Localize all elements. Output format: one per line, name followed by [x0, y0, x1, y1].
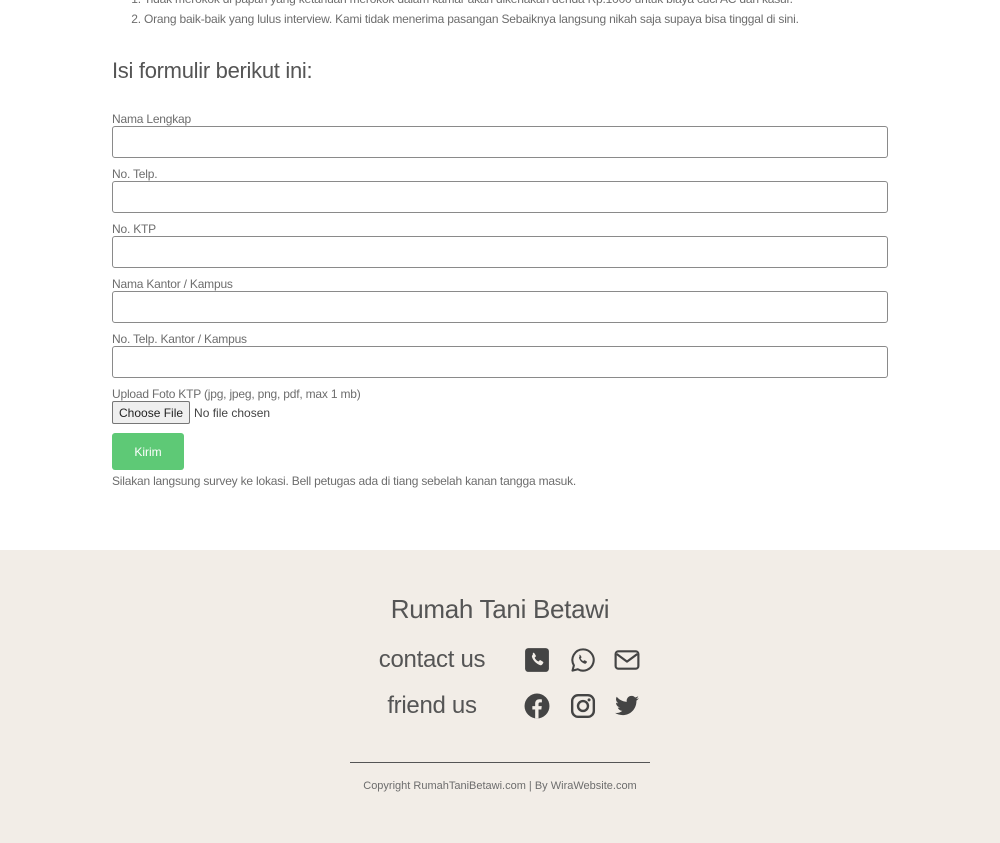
instagram-icon[interactable] [570, 693, 596, 719]
rules-list-item: Tidak merokok di papan yang ketahuan mer… [144, 0, 799, 9]
field-telp-kantor: No. Telp. Kantor / Kampus [112, 332, 888, 378]
friend-label: friend us [387, 692, 477, 719]
file-upload: Choose File No file chosen [112, 401, 888, 424]
no-telp-input[interactable] [112, 181, 888, 213]
twitter-icon[interactable] [614, 693, 640, 719]
footer: Rumah Tani Betawi contact us friend us C… [0, 550, 1000, 843]
file-status: No file chosen [194, 405, 271, 420]
facebook-icon[interactable] [524, 693, 550, 719]
registration-form: Nama Lengkap No. Telp. No. KTP Nama Kant… [112, 112, 888, 470]
contact-label: contact us [378, 646, 486, 673]
footer-divider [350, 762, 650, 763]
choose-file-button[interactable]: Choose File [112, 401, 191, 424]
field-label: No. Telp. [112, 167, 158, 181]
form-heading: Isi formulir berikut ini: [112, 58, 313, 83]
nama-lengkap-input[interactable] [112, 126, 888, 158]
field-nama-lengkap: Nama Lengkap [112, 112, 888, 158]
field-label: No. Telp. Kantor / Kampus [112, 332, 247, 346]
whatsapp-icon[interactable] [570, 647, 596, 673]
field-label: Nama Lengkap [112, 112, 191, 126]
field-no-ktp: No. KTP [112, 222, 888, 268]
no-ktp-input[interactable] [112, 236, 888, 268]
footer-title: Rumah Tani Betawi [390, 594, 610, 624]
field-no-telp: No. Telp. [112, 167, 888, 213]
nama-kantor-input[interactable] [112, 291, 888, 323]
rules-list: Tidak merokok di papan yang ketahuan mer… [112, 0, 799, 29]
submit-button[interactable]: Kirim [112, 433, 184, 470]
field-label: Nama Kantor / Kampus [112, 277, 233, 291]
copyright: Copyright RumahTaniBetawi.com | By WiraW… [363, 780, 637, 792]
telp-kantor-input[interactable] [112, 346, 888, 378]
envelope-icon[interactable] [614, 647, 640, 673]
rules-list-item: Orang baik-baik yang lulus interview. Ka… [144, 9, 799, 29]
field-nama-kantor: Nama Kantor / Kampus [112, 277, 888, 323]
field-label: No. KTP [112, 222, 156, 236]
contact-row: contact us [0, 642, 1000, 678]
survey-note: Silakan langsung survey ke lokasi. Bell … [112, 474, 577, 488]
upload-label: Upload Foto KTP (jpg, jpeg, png, pdf, ma… [112, 387, 361, 401]
phone-icon[interactable] [524, 647, 550, 673]
friend-row: friend us [0, 688, 1000, 724]
main-content: Tidak merokok di papan yang ketahuan mer… [0, 0, 1000, 550]
